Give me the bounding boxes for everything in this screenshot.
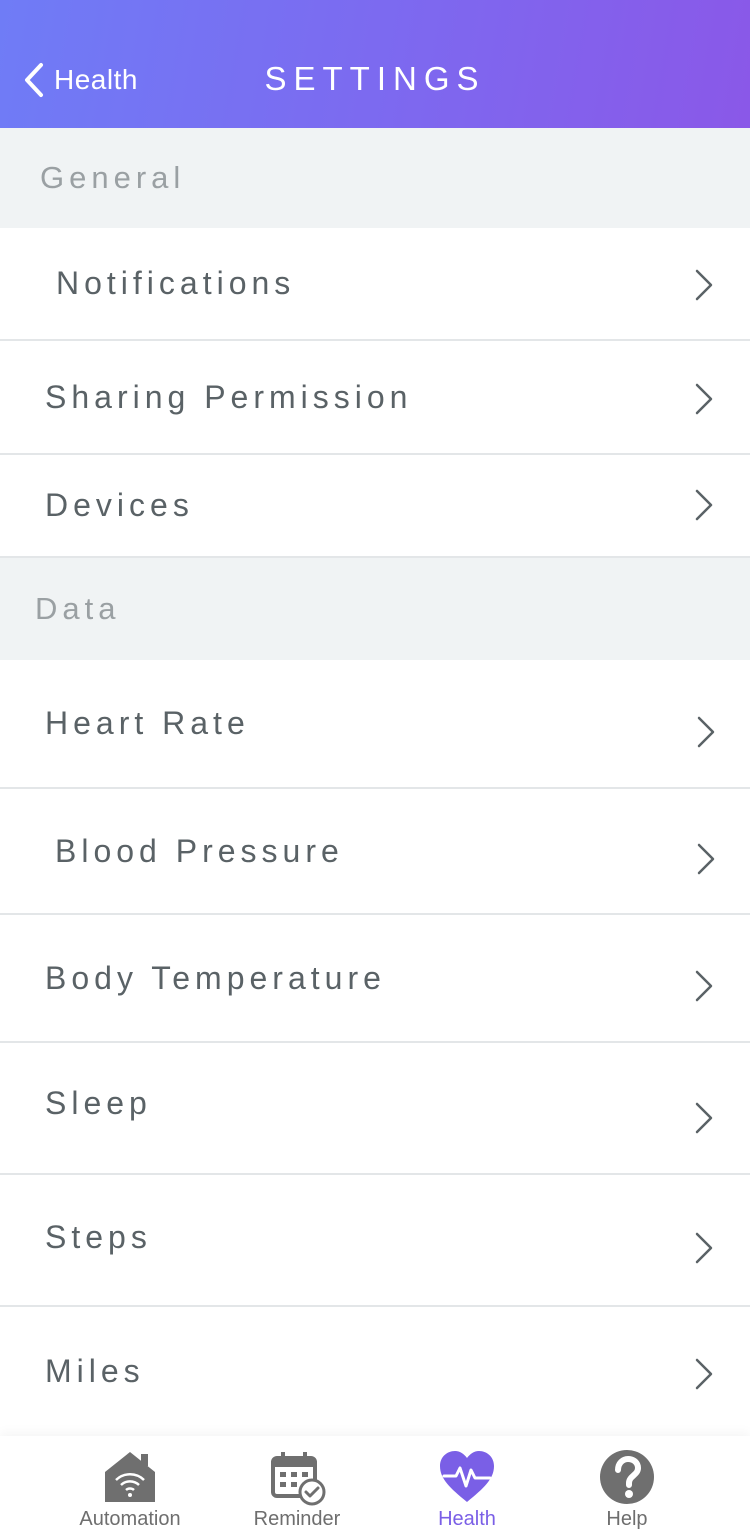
tab-label: Reminder [253,1508,341,1530]
calendar-check-icon [271,1452,326,1506]
header-bar: Health SETTINGS [0,0,750,128]
tab-label: Automation [79,1508,181,1530]
chevron-right-icon [697,716,715,748]
chevron-right-icon [695,1358,713,1390]
settings-row-steps[interactable]: Steps [0,1175,750,1307]
settings-row-miles[interactable]: Miles [0,1307,750,1436]
help-circle-icon [600,1450,654,1504]
tab-label: Health [438,1508,496,1530]
chevron-right-icon [695,970,713,1002]
chevron-right-icon [697,843,715,875]
row-label: Blood Pressure [55,832,344,869]
row-label: Sleep [45,1084,152,1121]
settings-row-body-temperature[interactable]: Body Temperature [0,915,750,1043]
chevron-right-icon [695,1102,713,1134]
chevron-right-icon [695,383,713,415]
settings-row-blood-pressure[interactable]: Blood Pressure [0,789,750,915]
settings-row-heart-rate[interactable]: Heart Rate [0,660,750,789]
chevron-right-icon [695,269,713,301]
row-label: Body Temperature [45,959,386,996]
tab-help[interactable]: Help [547,1436,707,1534]
row-label: Devices [45,487,194,523]
bottom-tab-bar: Automation Reminder Health Help [0,1436,750,1534]
tab-reminder[interactable]: Reminder [217,1436,377,1534]
row-label: Miles [45,1353,145,1389]
settings-row-notifications[interactable]: Notifications [0,228,750,341]
tab-health[interactable]: Health [387,1436,547,1534]
row-label: Sharing Permission [45,378,413,415]
settings-row-sharing-permission[interactable]: Sharing Permission [0,341,750,455]
settings-row-sleep[interactable]: Sleep [0,1043,750,1175]
row-label: Heart Rate [45,705,250,741]
tab-automation[interactable]: Automation [50,1436,210,1534]
section-header-general: General [0,128,750,228]
row-label: Notifications [56,265,296,301]
chevron-right-icon [695,1232,713,1264]
page-title: SETTINGS [264,60,486,97]
tab-label: Help [606,1508,648,1530]
settings-row-devices[interactable]: Devices [0,455,750,558]
chevron-right-icon [695,489,713,521]
home-wifi-icon [105,1452,155,1502]
section-header-data: Data [0,558,750,660]
heart-pulse-icon [440,1451,494,1502]
row-label: Steps [45,1218,152,1255]
